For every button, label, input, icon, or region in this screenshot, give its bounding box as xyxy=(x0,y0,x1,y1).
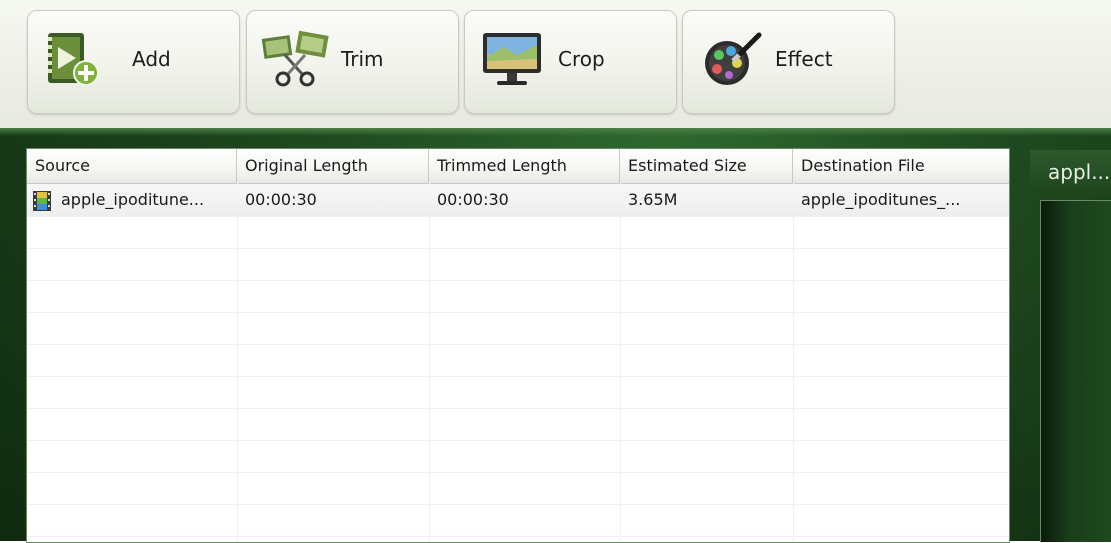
color-palette-brush-icon xyxy=(705,32,762,85)
column-header-estimated-size[interactable]: Estimated Size xyxy=(620,149,793,183)
preview-screen[interactable] xyxy=(1040,200,1111,542)
toolbar: Add Trim Crop Effect xyxy=(0,0,1111,130)
column-header-original-length[interactable]: Original Length xyxy=(237,149,429,183)
video-file-icon xyxy=(33,191,51,211)
column-header-destination-file[interactable]: Destination File xyxy=(793,149,1009,183)
empty-row xyxy=(27,216,1009,249)
add-button[interactable]: Add xyxy=(27,10,240,114)
column-header-trimmed-length[interactable]: Trimmed Length xyxy=(429,149,620,183)
frame-highlight xyxy=(0,128,1111,136)
table-row[interactable]: apple_ipoditune... 00:00:30 00:00:30 3.6… xyxy=(27,184,1009,217)
effect-button-label: Effect xyxy=(775,47,833,71)
preview-title: appl... xyxy=(1030,150,1111,194)
file-list-header: Source Original Length Trimmed Length Es… xyxy=(27,149,1009,184)
add-button-label: Add xyxy=(132,47,171,71)
crop-button-label: Crop xyxy=(558,47,605,71)
cell-source: apple_ipoditune... xyxy=(61,190,205,209)
column-header-source[interactable]: Source xyxy=(27,149,237,183)
cell-original-length: 00:00:30 xyxy=(245,190,317,209)
scissors-film-icon xyxy=(261,30,329,87)
crop-button[interactable]: Crop xyxy=(464,10,677,114)
trim-button-label: Trim xyxy=(341,47,384,71)
empty-row xyxy=(27,280,1009,313)
empty-row xyxy=(27,376,1009,409)
monitor-landscape-icon xyxy=(483,33,541,85)
empty-row xyxy=(27,248,1009,281)
add-video-icon xyxy=(48,33,99,86)
effect-button[interactable]: Effect xyxy=(682,10,895,114)
cell-destination-file: apple_ipoditunes_... xyxy=(801,190,961,209)
file-list[interactable]: Source Original Length Trimmed Length Es… xyxy=(26,148,1010,543)
empty-row xyxy=(27,344,1009,377)
empty-row xyxy=(27,312,1009,345)
empty-row xyxy=(27,440,1009,473)
cell-estimated-size: 3.65M xyxy=(628,190,678,209)
empty-row xyxy=(27,408,1009,441)
cell-trimmed-length: 00:00:30 xyxy=(437,190,509,209)
empty-row xyxy=(27,504,1009,537)
empty-row xyxy=(27,472,1009,505)
trim-button[interactable]: Trim xyxy=(246,10,459,114)
